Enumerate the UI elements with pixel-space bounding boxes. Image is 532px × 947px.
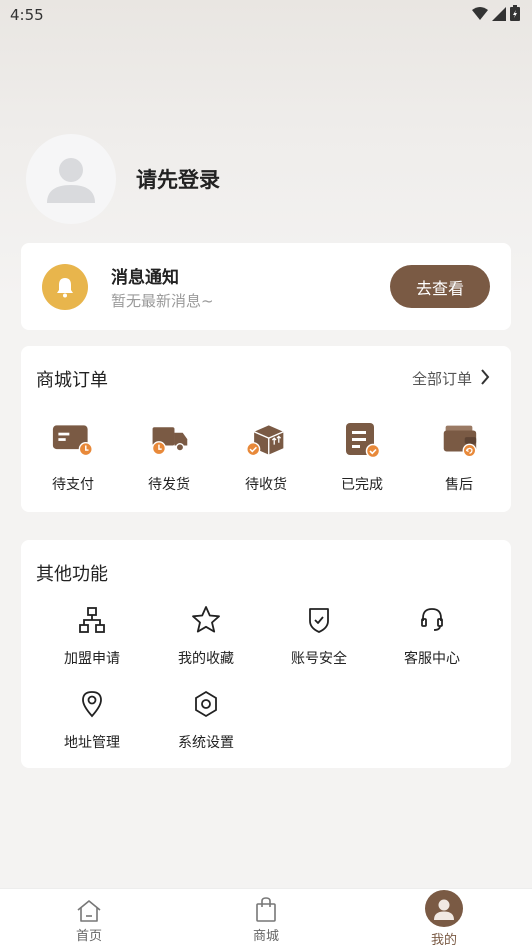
order-pending-shipment[interactable]: 待发货	[134, 420, 204, 494]
func-label: 地址管理	[64, 735, 120, 751]
func-address-management[interactable]: 地址管理	[52, 688, 132, 752]
orders-card: 商城订单 全部订单 待支付 待发货 待收货 已完成 售后	[21, 346, 511, 512]
func-system-settings[interactable]: 系统设置	[166, 688, 246, 752]
func-customer-service[interactable]: 客服中心	[392, 604, 472, 668]
orders-title: 商城订单	[36, 370, 108, 391]
star-icon	[190, 604, 222, 636]
view-notice-button[interactable]: 去查看	[390, 265, 490, 308]
hexagon-settings-icon	[190, 688, 222, 720]
all-orders-label: 全部订单	[411, 370, 472, 388]
func-label: 客服中心	[404, 651, 460, 667]
order-after-sales[interactable]: 售后	[424, 420, 494, 494]
status-icons	[472, 5, 520, 25]
func-account-security[interactable]: 账号安全	[279, 604, 359, 668]
order-completed[interactable]: 已完成	[327, 420, 397, 494]
tab-home[interactable]: 首页	[49, 889, 129, 947]
doc-check-icon	[341, 420, 383, 460]
shield-check-icon	[303, 604, 335, 636]
profile-section[interactable]: 请先登录	[26, 134, 220, 224]
func-label: 我的收藏	[178, 651, 234, 667]
func-my-favorites[interactable]: 我的收藏	[166, 604, 246, 668]
func-label: 账号安全	[291, 651, 347, 667]
tab-label: 我的	[430, 933, 457, 947]
order-label: 待收货	[245, 477, 287, 493]
notice-card: 消息通知 暂无最新消息~ 去查看	[21, 243, 511, 330]
order-label: 售后	[445, 477, 473, 493]
other-title: 其他功能	[36, 564, 108, 585]
func-label: 加盟申请	[64, 651, 120, 667]
login-prompt[interactable]: 请先登录	[136, 164, 220, 194]
avatar-icon	[425, 890, 463, 927]
signal-icon	[492, 6, 506, 25]
battery-icon	[510, 5, 520, 25]
location-pin-icon	[76, 688, 108, 720]
shopping-bag-icon	[255, 895, 277, 923]
tab-label: 商城	[252, 929, 279, 944]
home-icon	[76, 897, 102, 923]
bell-icon	[42, 264, 88, 310]
tab-label: 首页	[75, 929, 102, 944]
box-icon	[245, 420, 287, 460]
truck-icon	[148, 420, 190, 460]
notice-title: 消息通知	[111, 268, 179, 288]
wifi-icon	[472, 6, 488, 25]
func-franchise-application[interactable]: 加盟申请	[52, 604, 132, 668]
order-pending-payment[interactable]: 待支付	[38, 420, 108, 494]
status-bar: 4:55	[0, 0, 532, 30]
wallet-return-icon	[438, 420, 480, 460]
chevron-right-icon	[480, 368, 490, 389]
order-label: 待支付	[52, 477, 94, 493]
person-avatar-icon[interactable]	[26, 134, 116, 224]
all-orders-link[interactable]: 全部订单	[412, 368, 490, 389]
notice-subtitle: 暂无最新消息~	[111, 292, 214, 310]
func-label: 系统设置	[178, 735, 234, 751]
other-functions-card: 其他功能 加盟申请 我的收藏 账号安全 客服中心 地址管理 系统设置	[21, 540, 511, 768]
order-pending-receipt[interactable]: 待收货	[231, 420, 301, 494]
order-label: 已完成	[341, 477, 383, 493]
bottom-tab-bar: 首页 商城 我的	[0, 888, 532, 947]
tab-mall[interactable]: 商城	[226, 889, 306, 947]
org-chart-icon	[76, 604, 108, 636]
order-label: 待发货	[148, 477, 190, 493]
status-time: 4:55	[10, 6, 44, 24]
card-clock-icon	[52, 420, 94, 460]
headset-icon	[416, 604, 448, 636]
tab-mine[interactable]: 我的	[404, 889, 484, 947]
